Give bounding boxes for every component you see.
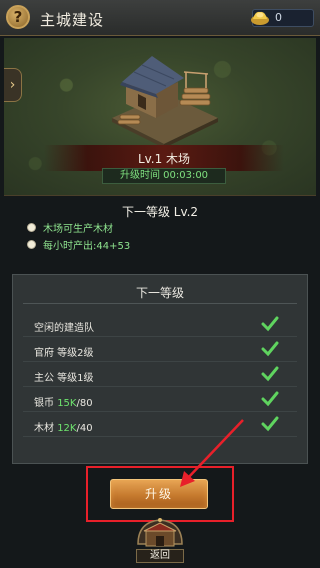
resource-have: 15K [57,398,77,409]
checkmark-icon [261,316,279,332]
gold-value: 0 [275,11,282,24]
requirement-row: 空闲的建造队 [23,312,297,337]
checkmark-icon [261,416,279,432]
checkmark-icon [261,341,279,357]
gold-counter[interactable]: 0 [251,9,314,27]
return-button[interactable]: 返回 [128,514,192,568]
requirement-row: 银币 15K/80 [23,387,297,412]
gold-ingot-icon [251,11,269,25]
bullet-icon [27,223,36,232]
help-icon: ? [13,8,23,26]
resource-have: 12K [57,423,77,434]
requirement-label: 空闲的建造队 [34,323,94,334]
building-preview: › Lv.1 木场 升级时间 00:03:00 [4,38,316,196]
requirement-row: 木材 12K/40 [23,412,297,437]
checkmark-icon [261,366,279,382]
top-bar: ? 主城建设 0 [0,0,320,36]
building-name: Lv.1 木场 [137,152,191,166]
return-label: 返回 [136,549,184,563]
benefit-text: 木场可生产木材 [43,224,113,235]
help-button[interactable]: ? [6,5,30,29]
requirements-panel: 下一等级 空闲的建造队 官府 等级2级 主公 等级1级 银币 15K/80 木材… [12,274,308,464]
requirement-label: 主公 等级1级 [34,373,94,384]
expand-side-button[interactable]: › [4,68,22,102]
requirements-title: 下一等级 [135,286,184,300]
page-title: 主城建设 [40,11,105,29]
requirement-row: 官府 等级2级 [23,337,297,362]
chevron-right-icon: › [9,77,16,93]
upgrade-time: 升级时间 00:03:00 [102,168,226,184]
upgrade-button[interactable]: 升级 [110,479,208,509]
bullet-icon [27,240,36,249]
requirement-label: 官府 等级2级 [34,348,94,359]
benefit-item: 每小时产出:44+53 [27,237,130,252]
checkmark-icon [261,391,279,407]
requirement-label: 木材 12K/40 [34,423,93,434]
divider [23,303,297,304]
benefit-item: 木场可生产木材 [27,220,113,235]
lumber-mill-image [112,56,218,148]
benefit-text: 每小时产出:44+53 [43,241,131,252]
requirement-label: 银币 15K/80 [34,398,93,409]
next-level-title: 下一等级 Lv.2 [121,205,199,219]
requirement-row: 主公 等级1级 [23,362,297,387]
